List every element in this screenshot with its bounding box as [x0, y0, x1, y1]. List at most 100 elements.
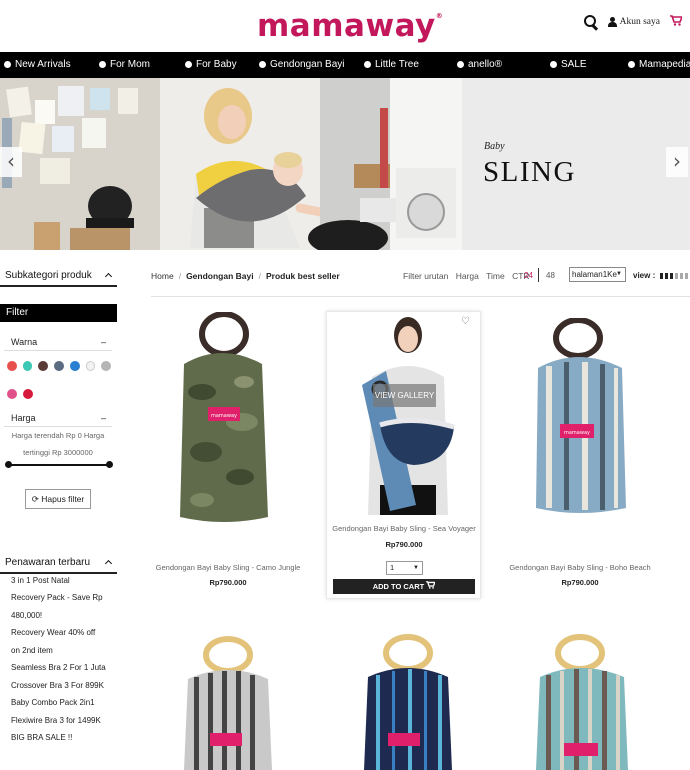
hero-photo — [0, 78, 462, 250]
dropdown-icon: ▼ — [616, 271, 622, 277]
breadcrumb-current: Produk best seller — [265, 271, 340, 281]
divider — [151, 296, 690, 297]
product-image[interactable]: mamaway — [530, 317, 630, 523]
nav-gendongan-bayi[interactable]: Gendongan Bayi — [259, 52, 345, 78]
product-image[interactable]: mamaway — [172, 311, 272, 532]
price-slider[interactable] — [5, 461, 113, 468]
offer-link[interactable]: Baby Combo Pack 2in1 — [11, 694, 95, 712]
color-swatch[interactable] — [22, 361, 33, 371]
offer-link[interactable]: Seamless Bra 2 For 1 Juta — [11, 659, 106, 677]
nav-sale[interactable]: SALE — [550, 52, 587, 78]
color-filter-label: Warna — [11, 337, 38, 347]
color-swatch[interactable] — [7, 389, 17, 399]
hero-next-arrow[interactable]: › — [666, 147, 688, 177]
color-swatch[interactable] — [54, 361, 64, 371]
color-swatch[interactable] — [69, 361, 80, 371]
page-select[interactable]: halaman1Ke ▼ — [569, 267, 626, 282]
product-image[interactable] — [350, 315, 460, 520]
price-filter-label: Harga — [11, 413, 36, 423]
hero-title: SLING — [483, 156, 576, 188]
nav-for-baby[interactable]: For Baby — [185, 52, 237, 78]
bullet-icon — [457, 60, 464, 68]
product-price: Rp790.000 — [561, 578, 599, 587]
chevron-up-icon — [104, 272, 113, 281]
breadcrumb-home[interactable]: Home — [151, 271, 174, 281]
heart-icon[interactable]: ♡ — [461, 316, 470, 327]
bullet-icon — [185, 60, 192, 68]
nav-new-arrivals[interactable]: New Arrivals — [4, 52, 71, 78]
breadcrumb: Home / Gendongan Bayi / Produk best seller — [151, 271, 340, 281]
hero-subtitle: Baby — [484, 141, 505, 152]
account-link[interactable]: Akun saya — [607, 17, 660, 27]
add-to-cart-button[interactable]: ADD TO CART — [333, 579, 475, 594]
sort-time[interactable]: Time — [486, 271, 505, 281]
site-header: mamaway® Akun saya — [0, 0, 690, 52]
nav-mamapedia[interactable]: Mamapedia — [628, 52, 690, 78]
grid-view-icon[interactable] — [660, 273, 690, 279]
product-name[interactable]: Gendongan Bayi Baby Sling - Camo Jungle — [148, 563, 308, 572]
per-page-48[interactable]: 48 — [546, 271, 555, 280]
dropdown-icon: ▼ — [413, 565, 419, 571]
bullet-icon — [259, 60, 266, 68]
product-image[interactable] — [180, 635, 275, 770]
bullet-icon — [99, 60, 106, 68]
color-swatch[interactable] — [23, 389, 33, 399]
chevron-up-icon — [104, 559, 113, 568]
hero-banner[interactable]: Baby SLING ‹ › — [0, 78, 690, 250]
cart-icon[interactable] — [670, 15, 684, 29]
per-page-24[interactable]: 24 — [524, 271, 533, 280]
price-filter-toggle[interactable]: Harga – — [4, 409, 112, 427]
svg-text:mamaway: mamaway — [211, 413, 237, 419]
svg-text:mamaway: mamaway — [564, 430, 590, 436]
color-swatches — [7, 389, 111, 399]
view-label: view : — [633, 271, 656, 280]
color-swatch[interactable] — [7, 361, 17, 371]
refresh-icon: ⟳ — [31, 494, 39, 504]
sort-bar: Filter urutan Harga Time CTR — [403, 271, 535, 281]
sort-label: Filter urutan — [403, 271, 449, 281]
subcategory-title: Subkategori produk — [5, 270, 92, 281]
divider — [538, 268, 539, 282]
product-price: Rp790.000 — [385, 540, 423, 549]
product-name[interactable]: Gendongan Bayi Baby Sling - Sea Voyager — [324, 524, 484, 533]
breadcrumb-category[interactable]: Gendongan Bayi — [186, 271, 254, 281]
search-icon[interactable] — [583, 15, 598, 29]
offer-link[interactable]: Crossover Bra 3 For 899K — [11, 677, 104, 695]
offer-link[interactable]: Recovery Pack - Save Rp — [11, 589, 103, 607]
main-nav: New Arrivals For Mom For Baby Gendongan … — [0, 52, 690, 78]
hero-prev-arrow[interactable]: ‹ — [0, 147, 22, 177]
filter-header: Filter — [0, 304, 117, 322]
sort-price[interactable]: Harga — [456, 271, 479, 281]
offer-link[interactable]: 480,000! — [11, 607, 42, 625]
offer-link[interactable]: on 2nd item — [11, 642, 53, 660]
account-label: Akun saya — [619, 17, 660, 27]
nav-little-tree[interactable]: Little Tree — [364, 52, 419, 78]
color-filter-toggle[interactable]: Warna – — [4, 333, 112, 351]
bullet-icon — [4, 60, 11, 68]
price-range-text: Harga terendah Rp 0 Harga — [11, 431, 105, 440]
product-image[interactable] — [360, 633, 455, 770]
collapse-icon: – — [100, 337, 106, 347]
color-swatch[interactable] — [101, 361, 111, 371]
bullet-icon — [364, 60, 371, 68]
offer-link[interactable]: 3 in 1 Post Natal — [11, 572, 70, 590]
color-swatch[interactable] — [38, 361, 49, 371]
price-slider-min-handle[interactable] — [5, 461, 12, 468]
reset-filter-button[interactable]: ⟳ Hapus filter — [25, 489, 91, 509]
offer-link[interactable]: Flexiwire Bra 3 for 1499K — [11, 712, 101, 730]
offer-link[interactable]: Recovery Wear 40% off — [11, 624, 95, 642]
offers-title: Penawaran terbaru — [5, 557, 91, 568]
price-slider-max-handle[interactable] — [106, 461, 113, 468]
nav-anello[interactable]: anello® — [457, 52, 502, 78]
color-swatch[interactable] — [85, 361, 96, 371]
product-image[interactable] — [532, 633, 632, 770]
site-logo[interactable]: mamaway® — [257, 8, 443, 44]
product-name[interactable]: Gendongan Bayi Baby Sling - Boho Beach — [500, 563, 660, 572]
view-gallery-button[interactable]: VIEW GALLERY — [373, 384, 436, 407]
offer-link[interactable]: BIG BRA SALE !! — [11, 729, 72, 747]
quantity-select[interactable]: 1 ▼ — [386, 561, 423, 575]
bullet-icon — [628, 60, 635, 68]
collapse-icon: – — [100, 413, 106, 423]
subcategory-toggle[interactable]: Subkategori produk — [0, 270, 117, 287]
nav-for-mom[interactable]: For Mom — [99, 52, 150, 78]
